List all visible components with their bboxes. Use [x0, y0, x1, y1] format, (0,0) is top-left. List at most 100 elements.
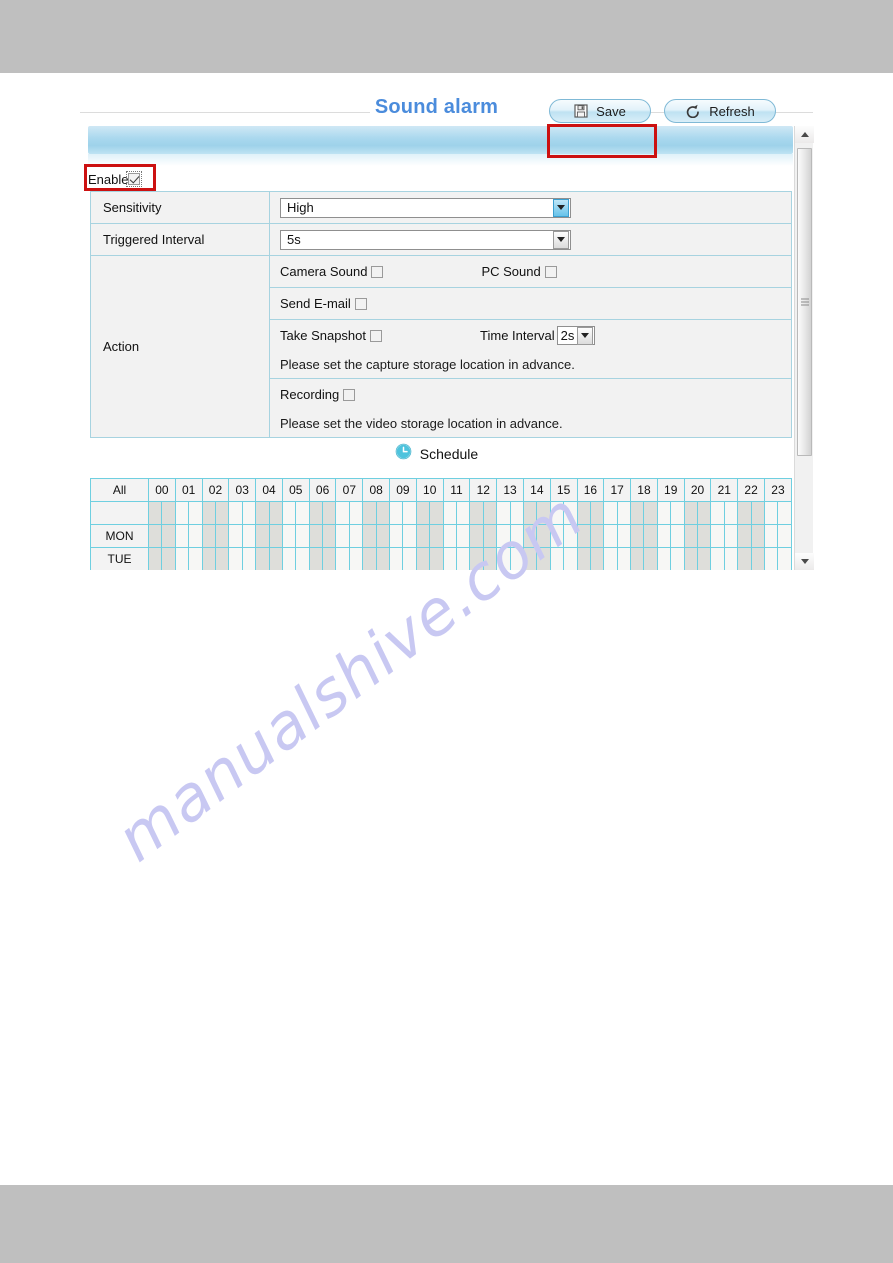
- schedule-slot[interactable]: [536, 524, 551, 548]
- triggered-interval-select[interactable]: 5s: [280, 229, 571, 250]
- schedule-slot[interactable]: [241, 547, 257, 570]
- schedule-slot[interactable]: [670, 524, 685, 548]
- schedule-slot[interactable]: [188, 547, 203, 570]
- schedule-slot[interactable]: [616, 524, 632, 548]
- schedule-slot[interactable]: [429, 501, 444, 525]
- schedule-slot[interactable]: [161, 547, 176, 570]
- schedule-slot[interactable]: [683, 501, 699, 525]
- schedule-slot[interactable]: [335, 501, 350, 525]
- schedule-slot[interactable]: [563, 547, 578, 570]
- recording-checkbox[interactable]: [343, 388, 356, 401]
- schedule-slot[interactable]: [723, 547, 739, 570]
- schedule-slot[interactable]: [295, 501, 310, 525]
- schedule-slot[interactable]: [496, 524, 511, 548]
- schedule-slot[interactable]: [402, 524, 417, 548]
- schedule-slot[interactable]: [362, 547, 377, 570]
- schedule-slot[interactable]: [643, 547, 658, 570]
- schedule-slot[interactable]: [496, 501, 511, 525]
- schedule-slot[interactable]: [563, 501, 578, 525]
- schedule-slot[interactable]: [469, 501, 484, 525]
- schedule-slot[interactable]: [281, 524, 297, 548]
- chevron-down-icon[interactable]: [553, 230, 569, 249]
- schedule-slot[interactable]: [522, 524, 538, 548]
- schedule-slot[interactable]: [777, 547, 792, 570]
- schedule-slot[interactable]: [389, 524, 404, 548]
- schedule-slot[interactable]: [375, 547, 391, 570]
- schedule-slot[interactable]: [630, 501, 645, 525]
- schedule-slot[interactable]: [322, 547, 337, 570]
- schedule-slot[interactable]: [295, 524, 310, 548]
- schedule-table[interactable]: All 00 01 02 03 04 05 06 07 08 09 10 11 12 13 14 15 16 17 1…: [90, 478, 792, 570]
- schedule-slot[interactable]: [201, 501, 216, 525]
- schedule-slot[interactable]: [442, 501, 457, 525]
- schedule-slot[interactable]: [228, 501, 243, 525]
- schedule-slot[interactable]: [348, 524, 364, 548]
- schedule-slot[interactable]: [656, 524, 672, 548]
- schedule-slot[interactable]: [563, 524, 578, 548]
- schedule-slot[interactable]: [616, 547, 632, 570]
- schedule-slot[interactable]: [308, 501, 324, 525]
- schedule-slot[interactable]: [549, 524, 565, 548]
- schedule-slot[interactable]: [281, 501, 297, 525]
- schedule-slot[interactable]: [241, 501, 257, 525]
- schedule-slot[interactable]: [442, 547, 457, 570]
- pc-sound-checkbox[interactable]: [544, 265, 557, 278]
- schedule-slot[interactable]: [643, 501, 658, 525]
- schedule-slot[interactable]: [348, 501, 364, 525]
- schedule-slot[interactable]: [201, 524, 216, 548]
- refresh-button[interactable]: Refresh: [664, 99, 776, 123]
- schedule-slot[interactable]: [201, 547, 216, 570]
- schedule-slot[interactable]: [750, 524, 765, 548]
- schedule-slot[interactable]: [402, 547, 417, 570]
- schedule-slot[interactable]: [549, 501, 565, 525]
- send-email-checkbox[interactable]: [354, 297, 367, 310]
- schedule-slot[interactable]: [241, 524, 257, 548]
- schedule-slot[interactable]: [603, 501, 618, 525]
- schedule-slot[interactable]: [308, 524, 324, 548]
- schedule-slot[interactable]: [214, 524, 230, 548]
- vertical-scrollbar[interactable]: [794, 126, 814, 570]
- schedule-slot[interactable]: [375, 524, 391, 548]
- schedule-slot[interactable]: [777, 524, 792, 548]
- take-snapshot-option[interactable]: Take Snapshot: [280, 328, 383, 343]
- schedule-slot[interactable]: [174, 501, 190, 525]
- schedule-slot[interactable]: [348, 547, 364, 570]
- schedule-slot[interactable]: [188, 524, 203, 548]
- schedule-slot[interactable]: [496, 547, 511, 570]
- schedule-slot[interactable]: [469, 547, 484, 570]
- schedule-slot[interactable]: [415, 501, 431, 525]
- schedule-slot[interactable]: [763, 547, 779, 570]
- schedule-slot[interactable]: [670, 501, 685, 525]
- scroll-down-button[interactable]: [795, 553, 814, 570]
- schedule-slot[interactable]: [697, 501, 712, 525]
- schedule-slot[interactable]: [147, 524, 163, 548]
- schedule-slot[interactable]: [522, 501, 538, 525]
- schedule-slot[interactable]: [603, 524, 618, 548]
- schedule-slot[interactable]: [402, 501, 417, 525]
- schedule-slot[interactable]: [576, 524, 591, 548]
- scroll-up-button[interactable]: [795, 126, 814, 143]
- schedule-slot[interactable]: [616, 501, 632, 525]
- schedule-slot[interactable]: [389, 501, 404, 525]
- schedule-slot[interactable]: [455, 547, 471, 570]
- schedule-slot[interactable]: [147, 547, 163, 570]
- schedule-slot[interactable]: [469, 524, 484, 548]
- schedule-slot[interactable]: [549, 547, 565, 570]
- schedule-slot[interactable]: [188, 501, 203, 525]
- schedule-slot[interactable]: [415, 547, 431, 570]
- sensitivity-select[interactable]: High: [280, 197, 571, 218]
- schedule-slot[interactable]: [723, 524, 739, 548]
- schedule-slot[interactable]: [656, 547, 672, 570]
- schedule-slot[interactable]: [281, 547, 297, 570]
- schedule-slot[interactable]: [509, 524, 524, 548]
- schedule-slot[interactable]: [255, 547, 270, 570]
- schedule-slot[interactable]: [415, 524, 431, 548]
- schedule-slot[interactable]: [482, 547, 498, 570]
- schedule-slot[interactable]: [228, 524, 243, 548]
- schedule-slot[interactable]: [737, 524, 752, 548]
- schedule-slot[interactable]: [737, 501, 752, 525]
- send-email-option[interactable]: Send E-mail: [280, 296, 367, 311]
- schedule-slot[interactable]: [174, 524, 190, 548]
- chevron-down-icon[interactable]: [553, 198, 569, 217]
- schedule-slot[interactable]: [255, 501, 270, 525]
